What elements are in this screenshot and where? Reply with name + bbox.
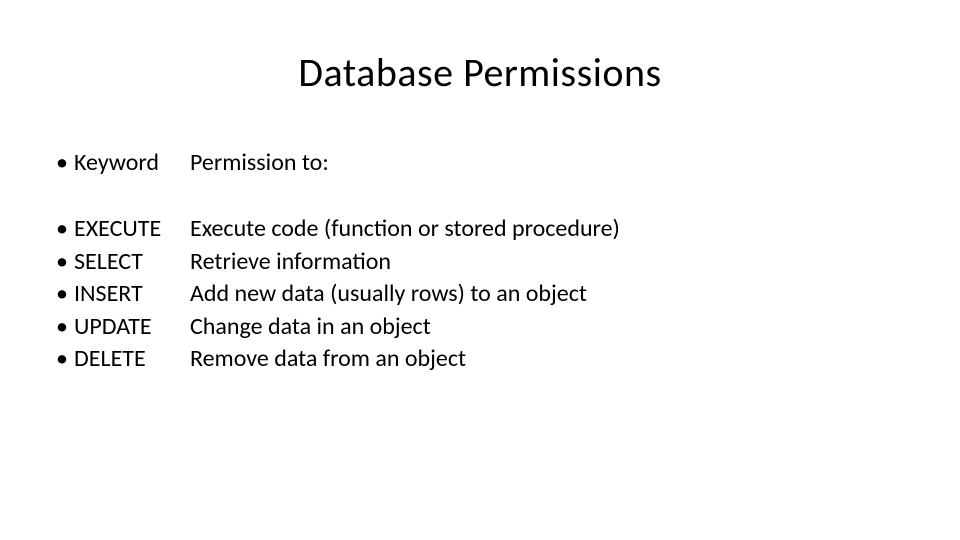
row-keyword: DELETE [74,343,190,375]
slide-title: Database Permissions [56,48,904,97]
row-keyword: EXECUTE [74,213,190,245]
permission-row: • INSERT Add new data (usually rows) to … [56,278,904,310]
row-description: Execute code (function or stored procedu… [190,213,904,245]
bullet-icon: • [56,343,74,375]
permission-row: • DELETE Remove data from an object [56,343,904,375]
row-description: Retrieve information [190,246,904,278]
bullet-icon: • [56,278,74,310]
row-keyword: SELECT [74,246,190,278]
bullet-icon: • [56,147,74,179]
bullet-icon: • [56,311,74,343]
header-description: Permission to: [190,147,904,179]
content-body: • Keyword Permission to: • EXECUTE Execu… [56,147,904,375]
permission-row: • EXECUTE Execute code (function or stor… [56,213,904,245]
permission-row: • SELECT Retrieve information [56,246,904,278]
row-description: Remove data from an object [190,343,904,375]
permission-row: • UPDATE Change data in an object [56,311,904,343]
row-description: Change data in an object [190,311,904,343]
row-keyword: INSERT [74,278,190,310]
header-row: • Keyword Permission to: [56,147,904,179]
bullet-icon: • [56,246,74,278]
header-keyword: Keyword [74,147,190,179]
row-description: Add new data (usually rows) to an object [190,278,904,310]
row-keyword: UPDATE [74,311,190,343]
slide: Database Permissions • Keyword Permissio… [0,0,960,375]
bullet-icon: • [56,213,74,245]
